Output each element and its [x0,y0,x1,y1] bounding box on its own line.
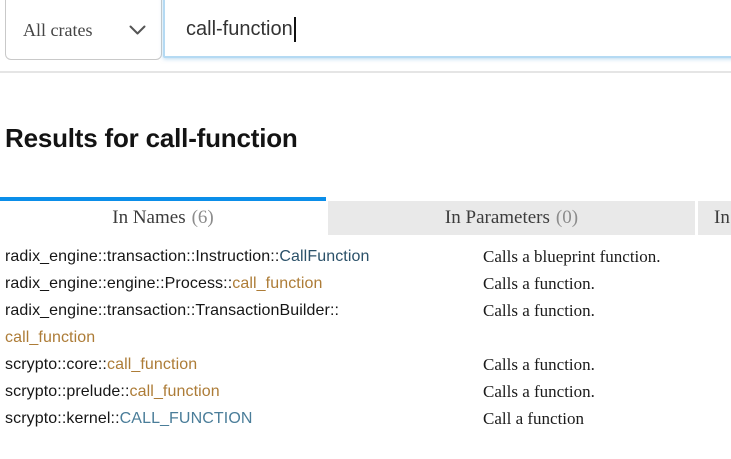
results-list: radix_engine::transaction::Instruction::… [5,243,731,432]
tab-count: (0) [556,207,578,229]
tab-in-return-types[interactable]: In [698,201,731,235]
search-input[interactable]: call-function [163,0,731,58]
crate-filter-value: All crates [23,20,92,41]
result-link[interactable]: scrypto::core::call_function [5,351,483,378]
result-link[interactable]: scrypto::kernel::CALL_FUNCTION [5,405,483,432]
result-description: Call a function [483,405,731,432]
result-description: Calls a function. [483,351,731,378]
divider [0,71,731,73]
result-name: call_function [107,356,197,373]
result-row: scrypto::prelude::call_function Calls a … [5,378,731,405]
tab-label: In Names [112,207,185,229]
result-path: scrypto::prelude:: [5,383,130,400]
results-heading: Results for call-function [5,123,298,154]
result-description: Calls a function. [483,297,731,351]
result-description: Calls a blueprint function. [483,243,731,270]
result-row: scrypto::core::call_function Calls a fun… [5,351,731,378]
result-link[interactable]: radix_engine::transaction::TransactionBu… [5,297,483,351]
tab-in-parameters[interactable]: In Parameters (0) [328,201,695,235]
result-path: scrypto::core:: [5,356,107,373]
result-row: radix_engine::transaction::Instruction::… [5,243,731,270]
result-description: Calls a function. [483,270,731,297]
result-path: radix_engine::engine::Process:: [5,275,232,292]
tab-in-names[interactable]: In Names (6) [0,197,326,235]
chevron-down-icon [129,25,146,36]
tab-count: (6) [192,207,214,229]
result-name: CallFunction [279,248,369,265]
search-tabs: In Names (6) In Parameters (0) In [0,197,731,235]
result-link[interactable]: radix_engine::transaction::Instruction::… [5,243,483,270]
result-row: radix_engine::transaction::TransactionBu… [5,297,731,351]
search-input-value: call-function [186,18,293,41]
tab-label: In Parameters [445,207,550,229]
result-row: scrypto::kernel::CALL_FUNCTION Call a fu… [5,405,731,432]
result-path: radix_engine::transaction::Instruction:: [5,248,279,265]
result-name: call_function [130,383,220,400]
text-cursor [294,17,296,42]
result-name: CALL_FUNCTION [120,410,253,427]
result-path: radix_engine::transaction::TransactionBu… [5,302,339,319]
crate-filter-select[interactable]: All crates [5,0,162,60]
result-link[interactable]: radix_engine::engine::Process::call_func… [5,270,483,297]
result-row: radix_engine::engine::Process::call_func… [5,270,731,297]
tab-label: In [714,207,730,229]
result-description: Calls a function. [483,378,731,405]
result-path: scrypto::kernel:: [5,410,120,427]
result-link[interactable]: scrypto::prelude::call_function [5,378,483,405]
result-name: call_function [5,324,483,351]
result-name: call_function [232,275,322,292]
